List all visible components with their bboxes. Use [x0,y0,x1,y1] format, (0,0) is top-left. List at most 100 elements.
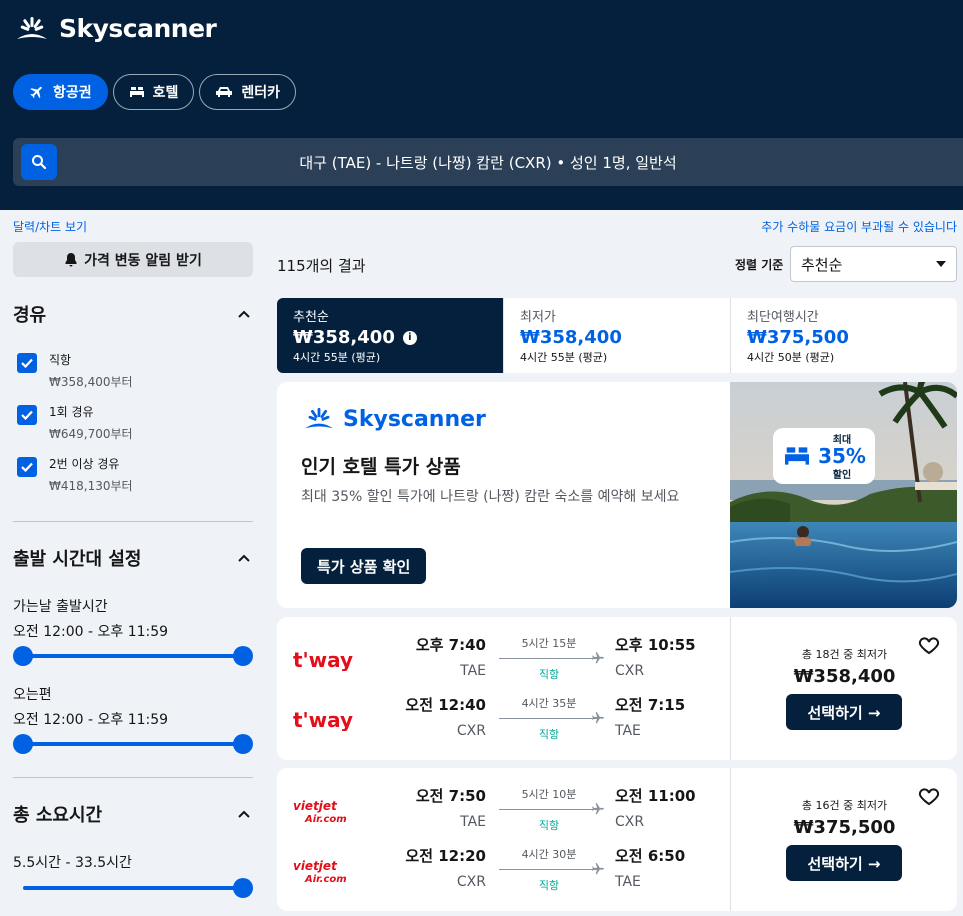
skyscanner-logo[interactable]: Skyscanner [13,14,217,43]
tab-price: ₩358,400 [293,327,395,348]
vietjet-logo-icon: vietjet Air.com [293,799,347,825]
sort-label: 정렬 기준 [735,258,784,272]
nav-flights[interactable]: 항공권 [13,74,108,110]
nav-car-rental[interactable]: 렌터카 [199,74,297,110]
arrival-airport: CXR [615,814,645,830]
slider-handle-min[interactable] [13,734,33,754]
heart-icon[interactable] [917,784,941,808]
sidebar-divider [13,521,253,522]
tab-price: ₩358,400 [520,327,622,348]
departure-airport: CXR [456,874,486,890]
flight-result-card[interactable]: t'way 오후 7:40 TAE 5시간 15분 직항 오후 10:55 CX… [277,617,957,760]
duration-slider[interactable] [13,878,253,898]
vietjet-logo-icon: vietjet Air.com [293,859,347,885]
tab-fastest[interactable]: 최단여행시간 ₩375,500 4시간 50분 (평균) [730,298,957,373]
tway-logo-icon: t'way [293,708,353,732]
flight-stops: 직항 [538,668,560,681]
stops-option-price: ₩358,400부터 [49,375,133,389]
stops-option-one-stop[interactable]: 1회 경유 ₩649,700부터 [17,403,133,443]
select-flight-button[interactable]: 선택하기 → [786,694,902,730]
flight-leg-outbound: t'way 오후 7:40 TAE 5시간 15분 직항 오후 10:55 CX… [277,631,730,687]
checkbox-checked[interactable] [17,457,37,477]
tab-duration: 4시간 50분 (평균) [747,351,835,364]
search-summary-text: 대구 (TAE) - 나트랑 (나짱) 캄란 (CXR) • 성인 1명, 일반… [299,153,677,172]
flight-stops: 직항 [538,879,560,892]
tab-best[interactable]: 추천순 ₩358,400 i 4시간 55분 (평균) [277,298,503,373]
slider-track [23,742,243,746]
stops-option-label: 2번 이상 경유 [49,457,120,471]
stops-option-price: ₩418,130부터 [49,479,133,493]
bed-icon [129,87,144,97]
checkmark-icon [21,462,33,472]
tab-name: 추천순 [293,310,329,325]
stops-option-label: 직항 [49,353,72,367]
infinity-pool-image [730,382,957,608]
stops-option-direct[interactable]: 직항 ₩358,400부터 [17,351,133,391]
outbound-time-range: 오전 12:00 - 오후 11:59 [13,624,169,640]
baggage-fees-link[interactable]: 추가 수하물 요금이 부과될 수 있습니다 [761,218,957,235]
nav-flights-label: 항공권 [53,85,92,101]
departure-time: 오후 7:40 [415,636,486,654]
heart-icon[interactable] [917,633,941,657]
departure-airport: TAE [460,814,486,830]
checkbox-checked[interactable] [17,405,37,425]
departure-times-title: 출발 시간대 설정 [13,549,142,570]
view-deals-button[interactable]: 특가 상품 확인 [301,548,427,584]
car-icon [216,87,233,97]
checkmark-icon [21,410,33,420]
stops-option-two-plus[interactable]: 2번 이상 경유 ₩418,130부터 [17,455,133,495]
flight-stops: 직항 [538,819,560,832]
sort-dropdown[interactable]: 추천순 [790,246,957,282]
tab-price: ₩375,500 [747,327,849,348]
calendar-chart-link[interactable]: 달력/차트 보기 [13,218,87,235]
flight-result-card[interactable]: vietjet Air.com 오전 7:50 TAE 5시간 10분 직항 오… [277,768,957,911]
airline-logo: vietjet Air.com [293,798,353,830]
flight-line [499,869,599,870]
stops-filter-title: 경유 [13,305,47,326]
svg-text:vietjet: vietjet [293,859,338,873]
result-count: 115개의 결과 [277,257,366,275]
chevron-up-icon[interactable] [238,310,250,318]
slider-handle-max[interactable] [233,734,253,754]
arrival-airport: TAE [615,874,641,890]
info-icon[interactable]: i [402,330,417,345]
return-time-slider[interactable] [13,734,253,754]
flight-leg-return: vietjet Air.com 오전 12:20 CXR 4시간 30분 직항 … [277,842,730,898]
flight-duration: 4시간 35분 [521,697,577,710]
ad-skyscanner-logo: Skyscanner [301,406,486,432]
airline-logo: t'way [293,707,353,735]
sort-tabs: 추천순 ₩358,400 i 4시간 55분 (평균) 최저가 ₩358,400… [277,298,957,373]
tab-cheapest[interactable]: 최저가 ₩358,400 4시간 55분 (평균) [503,298,730,373]
ad-title: 인기 호텔 특가 상품 [301,456,461,478]
slider-handle-max[interactable] [233,878,253,898]
chevron-up-icon[interactable] [238,810,250,818]
nav-hotels[interactable]: 호텔 [112,74,195,110]
flight-price: ₩375,500 [793,817,896,838]
bed-icon [785,447,810,465]
ad-description: 최대 35% 할인 특가에 나트랑 (나짱) 캄란 숙소를 예약해 보세요 [301,489,680,505]
arrival-time: 오후 10:55 [615,636,696,654]
return-time-range: 오전 12:00 - 오후 11:59 [13,712,169,728]
badge-discount-label: 할인 [832,470,852,481]
bell-icon [65,253,77,267]
tway-logo-icon: t'way [293,648,353,672]
stops-option-label: 1회 경유 [49,405,94,419]
outbound-time-slider[interactable] [13,646,253,666]
select-flight-button[interactable]: 선택하기 → [786,845,902,881]
flight-duration: 4시간 30분 [521,848,577,861]
nav-car-rental-label: 렌터카 [241,85,281,101]
checkbox-checked[interactable] [17,353,37,373]
tab-duration: 4시간 55분 (평균) [293,351,381,364]
arrival-time: 오전 11:00 [615,787,696,805]
departure-airport: CXR [456,723,486,739]
flight-line [499,718,599,719]
chevron-up-icon[interactable] [238,554,250,562]
search-summary-bar[interactable]: 대구 (TAE) - 나트랑 (나짱) 캄란 (CXR) • 성인 1명, 일반… [13,138,963,186]
slider-handle-max[interactable] [233,646,253,666]
checkmark-icon [21,358,33,368]
price-alert-button[interactable]: 가격 변동 알림 받기 [13,242,253,277]
duration-filter-title: 총 소요시간 [13,805,103,826]
slider-handle-min[interactable] [13,646,33,666]
arrival-airport: TAE [615,723,641,739]
logo-text: Skyscanner [59,14,217,43]
